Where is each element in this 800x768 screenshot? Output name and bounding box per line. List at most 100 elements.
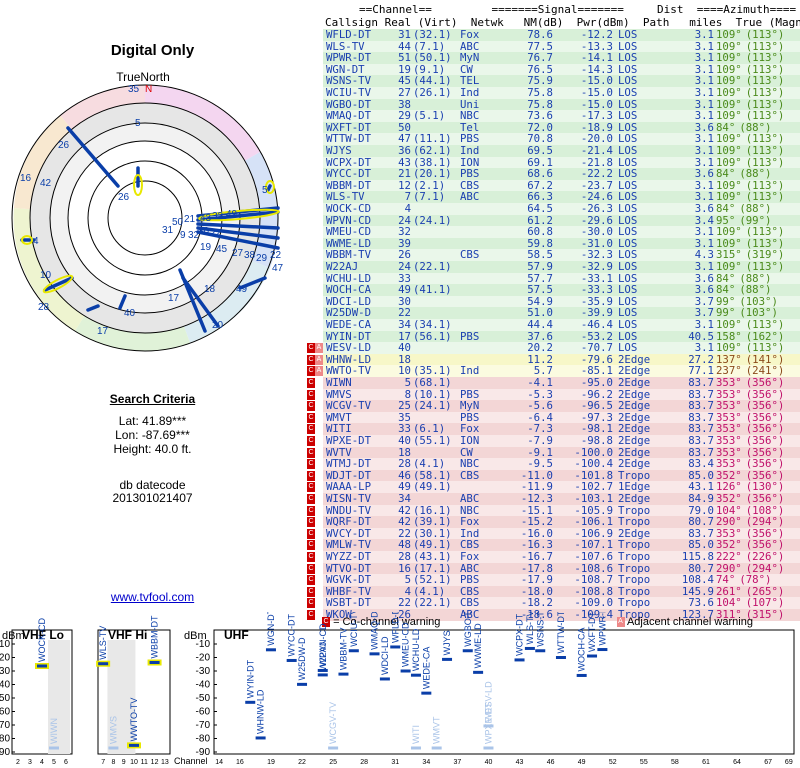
adjacent-channel-warning-icon: A: [315, 366, 323, 377]
signal-marker: [328, 746, 339, 750]
signal-marker: [462, 649, 473, 653]
x-tick-label: 28: [360, 759, 368, 766]
radar-label: 49: [226, 209, 238, 220]
network-cell: ION: [460, 434, 480, 447]
virtual-channel-cell: (56.1): [413, 329, 452, 343]
virtual-channel-cell: (22.1): [413, 260, 452, 273]
signal-label: WXFT-DT: [587, 612, 597, 652]
signal-marker: [245, 700, 256, 704]
signal-marker: [37, 664, 47, 668]
radar-label: 9: [180, 230, 186, 241]
x-tick-label: 49: [578, 759, 586, 766]
distance-cell: 3.1: [694, 28, 714, 41]
power-cell: -98.8: [580, 434, 613, 447]
co-channel-warning-icon: C: [307, 494, 315, 504]
signal-label: WDCI-LD: [380, 636, 390, 675]
y-tick-label: -80: [0, 734, 10, 745]
signal-marker: [421, 691, 432, 695]
noise-margin-cell: 69.5: [527, 144, 553, 157]
real-channel-cell: 27: [398, 86, 411, 99]
signal-marker: [431, 746, 442, 750]
path-cell: LOS: [618, 260, 638, 273]
adjacent-channel-warning-icon: A: [315, 343, 323, 354]
virtual-channel-cell: (22.1): [413, 596, 452, 610]
signal-label: WMEU-CD: [401, 622, 411, 667]
x-tick-label: 10: [130, 759, 138, 766]
power-cell: -107.6: [574, 550, 613, 563]
signal-label: WCIU-TV: [349, 612, 359, 647]
power-cell: -15.0: [580, 86, 613, 99]
path-cell: LOS: [618, 202, 638, 215]
signal-label: WMVS: [108, 716, 118, 744]
virtual-channel-cell: (41.1): [413, 283, 452, 297]
signal-marker: [379, 677, 390, 681]
signal-label: WTTW-DT: [556, 612, 566, 654]
noise-margin-cell: -12.3: [520, 492, 553, 505]
radar-label: 28: [38, 302, 50, 313]
signal-marker: [473, 670, 484, 674]
distance-cell: 83.7: [688, 434, 714, 447]
radar-label: 26: [58, 140, 70, 151]
real-channel-cell: 5: [404, 376, 411, 389]
distance-cell: 3.6: [694, 202, 714, 215]
noise-margin-cell: 75.8: [527, 86, 553, 99]
signal-marker: [49, 746, 59, 750]
y-tick-label: -70: [196, 720, 211, 731]
real-channel-cell: 40: [398, 434, 411, 447]
power-cell: -26.3: [580, 202, 613, 215]
co-channel-warning-icon: C: [307, 354, 315, 365]
signal-label: WITI: [411, 725, 421, 744]
virtual-channel-cell: (7.1): [413, 190, 446, 204]
signal-label: WPWR-DT: [597, 612, 607, 646]
signal-marker: [597, 648, 608, 652]
noise-margin-cell: -7.9: [527, 434, 553, 447]
table-group-header: ==Channel== =======Signal======= Dist ==…: [359, 3, 797, 16]
power-cell: -95.0: [580, 376, 613, 389]
path-cell: LOS: [618, 318, 638, 331]
network-cell: PBS: [460, 329, 480, 343]
radar-label: 17: [168, 293, 180, 304]
x-tick-label: 25: [329, 759, 337, 766]
co-channel-warning-icon: C: [307, 505, 315, 516]
signal-marker: [369, 652, 380, 656]
signal-label: WMVT: [432, 716, 442, 744]
radar-label: 30: [198, 226, 210, 237]
radar-label: 21: [184, 214, 196, 225]
signal-label: WBBM-TV: [338, 628, 348, 671]
radar-label: 45: [216, 244, 228, 255]
x-tick-label: 2: [16, 759, 20, 766]
db-datecode-label: db datecode: [119, 478, 186, 492]
y-tick-label: -60: [0, 707, 10, 718]
x-tick-label: 64: [733, 759, 741, 766]
distance-cell: 3.1: [694, 144, 714, 157]
signal-label: WLS-TV: [98, 626, 108, 660]
signal-label: WCPX-DT: [515, 613, 525, 655]
tvfool-link[interactable]: www.tvfool.com: [0, 590, 305, 604]
real-channel-cell: 4: [404, 202, 411, 215]
distance-cell: 115.8: [681, 550, 714, 563]
signal-marker: [297, 682, 308, 686]
radar-label: 4: [33, 236, 39, 247]
db-datecode-value: 201301021407: [112, 491, 193, 505]
co-channel-warning-icon: C: [307, 586, 315, 597]
signal-label: W22AJ: [318, 642, 328, 671]
left-panel: Digital Only TrueNorth 35 N 5 26 16 42 4…: [0, 0, 305, 620]
signal-label: WOCK-CD: [37, 618, 47, 662]
radar-label: 50: [172, 217, 184, 228]
signal-marker: [483, 746, 494, 750]
y-tick-label: -50: [196, 693, 211, 704]
virtual-channel-cell: (24.1): [413, 399, 452, 413]
radar-label: 5: [262, 185, 268, 196]
radar-label: 18: [204, 284, 216, 295]
signal-label: WLS-TV: [525, 612, 535, 644]
co-channel-warning-icon: C: [307, 436, 315, 446]
radar-label: 33: [212, 211, 224, 222]
path-cell: 2Edge: [618, 492, 651, 505]
signal-marker: [535, 649, 546, 653]
signal-label: WCHU-LD: [411, 628, 421, 671]
x-axis-label: Channel: [174, 756, 208, 766]
x-tick-label: 61: [702, 759, 710, 766]
signal-marker: [348, 649, 359, 653]
distance-cell: 3.1: [694, 260, 714, 273]
x-tick-label: 13: [161, 759, 169, 766]
